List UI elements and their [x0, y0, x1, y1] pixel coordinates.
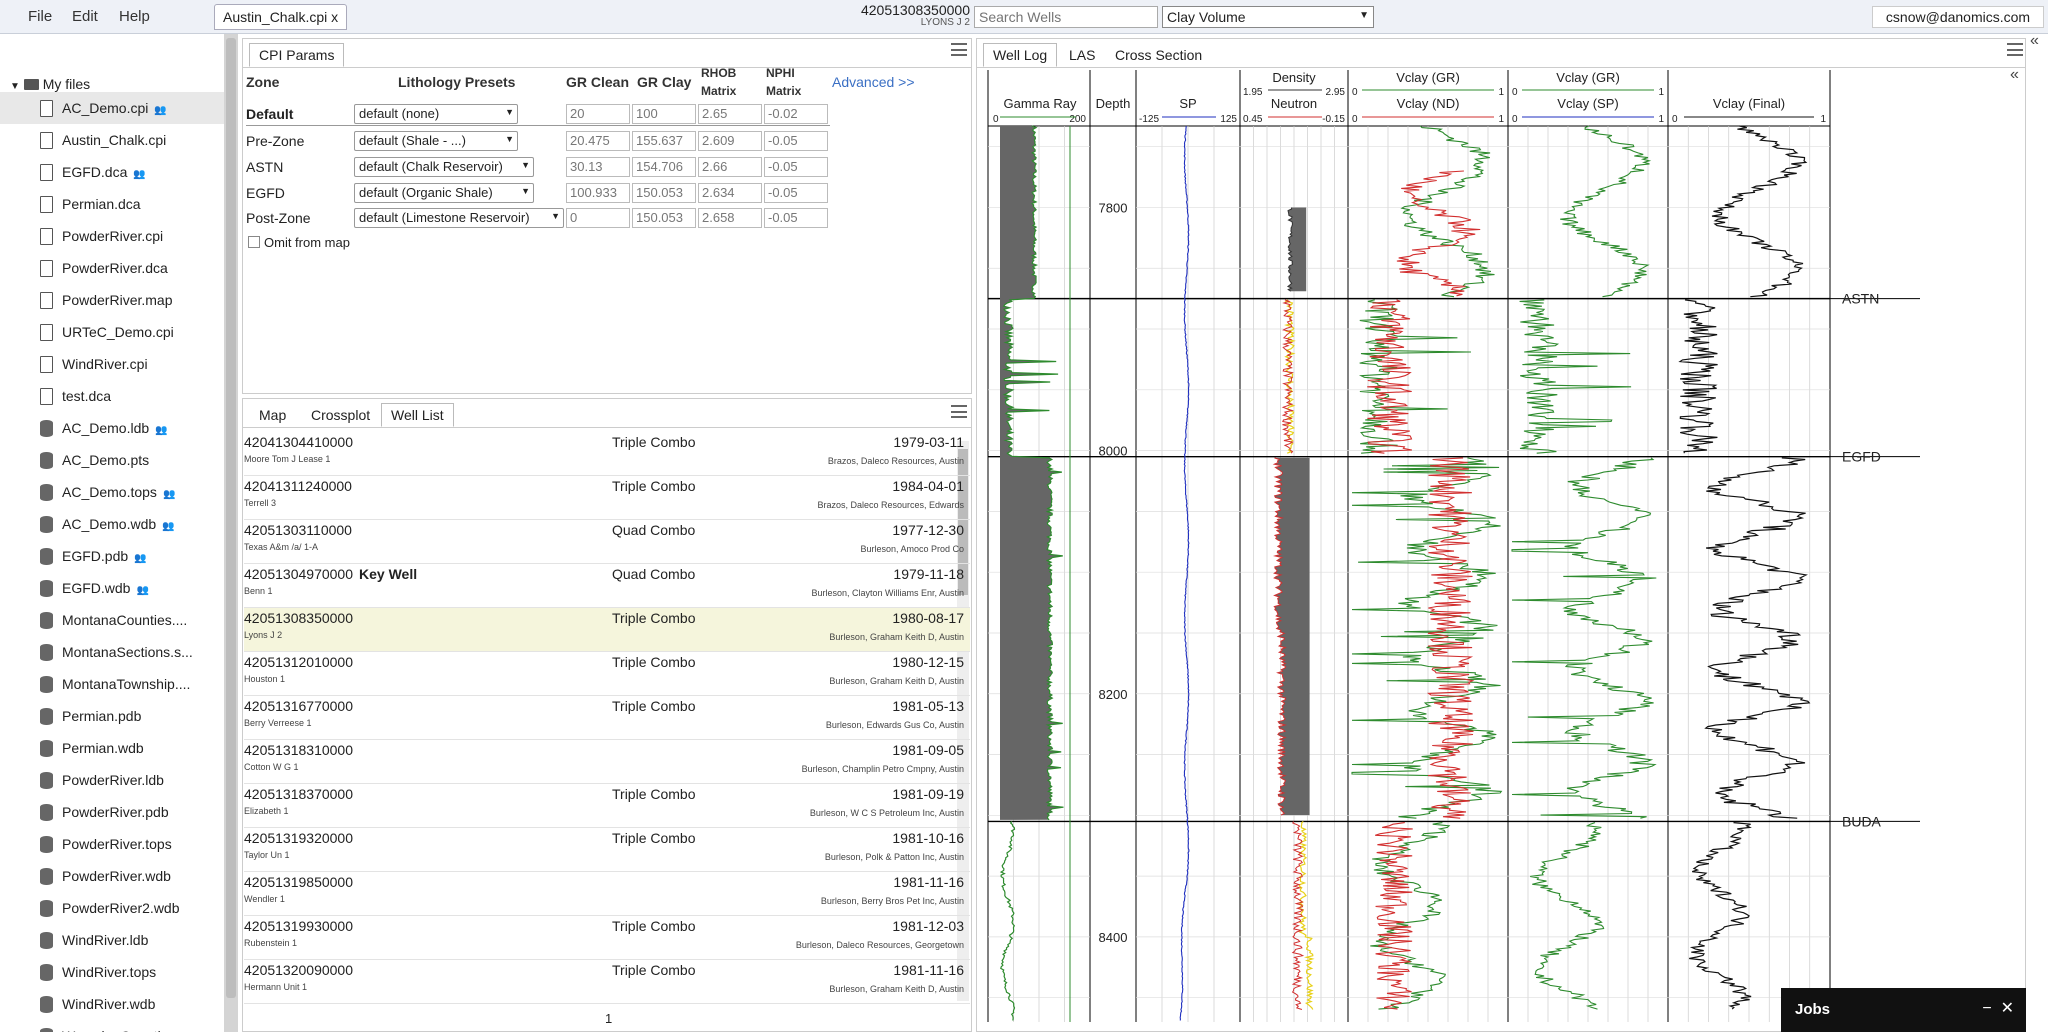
depth-label: 8400: [1099, 930, 1128, 945]
scale-min: 0: [1672, 114, 1678, 125]
gamma-ray-curve: [999, 821, 1016, 1021]
jobs-controls: − ✕: [1982, 998, 2014, 1018]
depth-label: 8200: [1099, 687, 1128, 702]
vclay-gr-curve: [1519, 299, 1632, 454]
vclay-final-curve: [1689, 822, 1752, 1010]
vclay-gr-curve: [1560, 125, 1652, 298]
scale-min: 0.45: [1243, 114, 1263, 125]
track-title-gamma-ray: Gamma Ray: [1004, 96, 1077, 111]
scale-min: 0: [993, 114, 999, 125]
scale-max: -0.15: [1322, 114, 1345, 125]
track-title-sp: SP: [1179, 96, 1196, 111]
jobs-label: Jobs: [1795, 1001, 1831, 1018]
track-title-vclay: Vclay (GR): [1396, 70, 1460, 85]
scale-max: 200: [1069, 114, 1086, 125]
formation-top-label: ASTN: [1842, 291, 1879, 307]
scale-min: 0: [1512, 114, 1518, 125]
track-title-depth: Depth: [1096, 96, 1131, 111]
well-log-chart: Gamma Ray 0 200 Depth SP -125 125 Density 1.95 2.…: [987, 70, 1920, 1022]
scale-min: 1.95: [1243, 87, 1263, 98]
density-curve-fill: [1287, 207, 1307, 292]
vclay-final-curve: [1678, 299, 1718, 454]
vclay-final-curve: [1704, 457, 1811, 819]
track-title-vclay-final: Vclay (Final): [1713, 96, 1785, 111]
scale-min: 0: [1352, 87, 1358, 98]
formation-top-label: BUDA: [1842, 813, 1882, 829]
scale-max: 1: [1820, 114, 1826, 125]
vclay-gr-curve: [1530, 822, 1605, 1010]
vclay-gr-curve: [1358, 299, 1472, 454]
track-title-vclay: Vclay (ND): [1397, 96, 1460, 111]
scale-max: 1: [1498, 87, 1504, 98]
vclay-gr-curve: [1351, 457, 1503, 819]
vclay-nd-curve: [1375, 822, 1413, 1010]
jobs-bar[interactable]: Jobs − ✕: [1781, 988, 2026, 1032]
neutron-curve: [1281, 299, 1295, 454]
formation-top-label: EGFD: [1842, 449, 1881, 465]
scale-min: 0: [1512, 87, 1518, 98]
minimize-icon[interactable]: −: [1982, 1000, 1991, 1017]
scale-max: 1: [1658, 114, 1664, 125]
track-title-density: Density: [1272, 70, 1316, 85]
sp-curve: [1179, 125, 1190, 1021]
close-icon[interactable]: ✕: [2001, 1000, 2014, 1017]
track-title-neutron: Neutron: [1271, 96, 1317, 111]
vclay-final-curve: [1711, 125, 1808, 298]
scale-max: 125: [1220, 114, 1237, 125]
scale-min: -125: [1139, 114, 1159, 125]
depth-label: 7800: [1099, 200, 1128, 215]
scale-max: 2.95: [1326, 87, 1346, 98]
scale-max: 1: [1658, 87, 1664, 98]
track-title-vclay: Vclay (SP): [1557, 96, 1618, 111]
track-title-vclay: Vclay (GR): [1556, 70, 1620, 85]
scale-max: 1: [1498, 114, 1504, 125]
scale-min: 0: [1352, 114, 1358, 125]
vclay-gr-curve: [1511, 457, 1657, 819]
